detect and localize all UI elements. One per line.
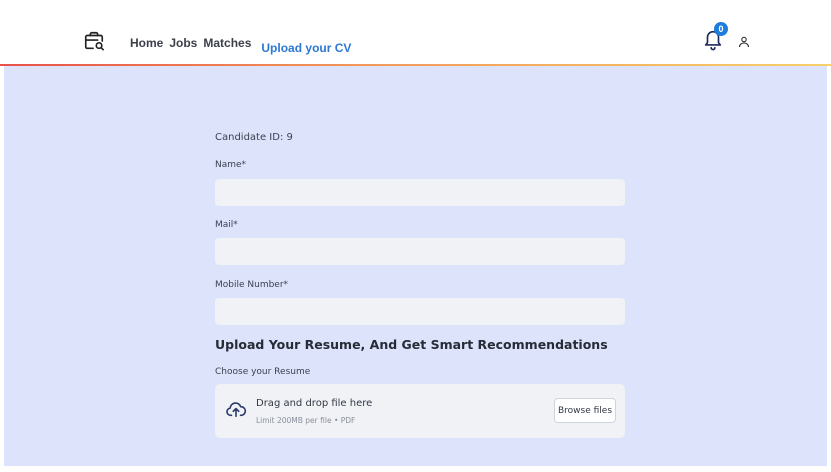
briefcase-search-icon[interactable] bbox=[83, 30, 105, 52]
name-field[interactable] bbox=[215, 179, 625, 206]
main-nav: Home Jobs Matches Upload your CV bbox=[130, 36, 357, 55]
nav-home[interactable]: Home bbox=[130, 36, 163, 50]
nav-upload-cv[interactable]: Upload your CV bbox=[261, 41, 351, 55]
choose-resume-label: Choose your Resume bbox=[215, 367, 311, 377]
top-navigation-bar: Home Jobs Matches Upload your CV 0 bbox=[0, 0, 831, 64]
nav-jobs[interactable]: Jobs bbox=[169, 36, 197, 50]
candidate-id: Candidate ID: 9 bbox=[215, 132, 293, 143]
name-label: Name* bbox=[215, 160, 247, 170]
upload-section-title: Upload Your Resume, And Get Smart Recomm… bbox=[215, 337, 608, 352]
user-icon[interactable] bbox=[738, 36, 750, 48]
notification-badge: 0 bbox=[714, 22, 728, 36]
mail-field[interactable] bbox=[215, 238, 625, 265]
browse-files-button[interactable]: Browse files bbox=[554, 398, 616, 423]
mobile-number-field[interactable] bbox=[215, 298, 625, 325]
nav-matches[interactable]: Matches bbox=[203, 36, 251, 50]
cloud-upload-icon bbox=[226, 402, 247, 418]
mobile-label: Mobile Number* bbox=[215, 280, 289, 290]
file-limit-text: Limit 200MB per file • PDF bbox=[256, 416, 356, 425]
mail-label: Mail* bbox=[215, 220, 238, 230]
resume-dropzone[interactable]: Drag and drop file here Limit 200MB per … bbox=[215, 384, 625, 438]
dropzone-instruction: Drag and drop file here bbox=[256, 398, 373, 409]
